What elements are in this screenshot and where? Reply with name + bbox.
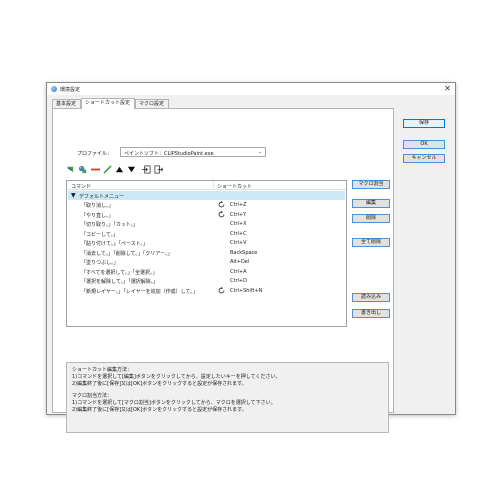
tab-macro-settings[interactable]: マクロ設定 xyxy=(135,99,169,108)
list-item[interactable]: 「貼り付けて。」「ペースト。」 Ctrl+V xyxy=(68,238,345,247)
delete-button[interactable]: 削除 xyxy=(352,214,390,223)
list-item[interactable]: 「新規レイヤー。」「レイヤーを追加（作成）して。」 Ctrl+Shift+N xyxy=(68,286,345,295)
command-text: 「取り消し。」 xyxy=(81,203,114,209)
shortcut-text: Ctrl+D xyxy=(230,278,247,284)
help-macro-step-1: 1)コマンドを選択して[マクロ割当]ボタンをクリックしてから、マクロを選択して下… xyxy=(72,400,276,406)
command-text: 「切り取り。」「カット。」 xyxy=(81,222,139,228)
profile-label: プロファイル： xyxy=(77,151,113,157)
line-green-icon[interactable] xyxy=(103,165,112,174)
delete-all-button[interactable]: 全て削除 xyxy=(352,238,390,247)
shortcut-text: Ctrl+Z xyxy=(230,202,247,208)
help-shortcut-title: ショートカット編集方法： xyxy=(72,367,133,373)
expand-triangle-icon[interactable]: ▼ xyxy=(71,192,76,199)
help-shortcut-step-1: 1)コマンドを選択して[編集]ボタンをクリックしてから、設定したいキーを押してく… xyxy=(72,374,281,380)
tab-panel: プロファイル： ペイントソフト：CLIPStudioPaint.exe ⌄ コマ… xyxy=(52,108,394,433)
list-header: コマンド ショートカット xyxy=(67,181,346,190)
chevron-down-icon: ⌄ xyxy=(257,149,262,155)
list-item[interactable]: 「やり直し。」 Ctrl+Y xyxy=(68,210,345,219)
triangle-down-icon[interactable] xyxy=(127,165,136,174)
close-icon[interactable]: ✕ xyxy=(443,84,452,93)
group-label: デフォルトメニュー xyxy=(79,194,125,200)
command-text: 「新規レイヤー。」「レイヤーを追加（作成）して。」 xyxy=(81,288,198,295)
command-text: 「消去して。」「削除して。」「クリアー。」 xyxy=(81,250,173,257)
palette-icon[interactable] xyxy=(78,165,87,174)
list-item[interactable]: 「選択を解除して。」「選択解除。」 Ctrl+D xyxy=(68,276,345,285)
window-title: 環境設定 xyxy=(60,87,81,93)
settings-window: 環境設定 ✕ 基本設定 ショートカット設定 マクロ設定 プロファイル： ペイント… xyxy=(46,82,456,433)
list-item[interactable]: 「すべてを選択して。」「全選択。」 Ctrl+A xyxy=(68,267,345,276)
line-red-icon[interactable] xyxy=(91,165,100,174)
command-text: 「やり直し。」 xyxy=(81,212,114,219)
macro-rotate-icon xyxy=(218,201,225,208)
load-button[interactable]: 読み込み xyxy=(352,293,390,302)
list-item[interactable]: 「塗りつぶし。」 Alt+Del xyxy=(68,257,345,266)
save-as-button[interactable]: 書き出し xyxy=(352,309,390,318)
command-text: 「コピーして。」 xyxy=(81,231,119,238)
macro-assign-button[interactable]: マクロ割当 xyxy=(352,180,390,189)
triangle-up-icon[interactable] xyxy=(115,165,124,174)
list-item[interactable]: 「コピーして。」 Ctrl+C xyxy=(68,229,345,238)
cancel-button[interactable]: キャンセル xyxy=(403,154,445,163)
title-bar: 環境設定 ✕ xyxy=(47,83,455,95)
list-item[interactable]: 「切り取り。」「カット。」 Ctrl+X xyxy=(68,219,345,228)
command-text: 「塗りつぶし。」 xyxy=(81,260,119,266)
shortcut-text: Ctrl+C xyxy=(230,230,247,237)
shortcut-text: Ctrl+A xyxy=(230,268,247,275)
column-divider xyxy=(213,181,214,190)
profile-select[interactable]: ペイントソフト：CLIPStudioPaint.exe ⌄ xyxy=(120,147,266,157)
shortcut-text: Ctrl+Y xyxy=(230,211,247,218)
brush-arrow-icon[interactable] xyxy=(66,165,75,174)
list-item[interactable]: 「消去して。」「削除して。」「クリアー。」 BackSpace xyxy=(68,248,345,257)
help-box: ショートカット編集方法： 1)コマンドを選択して[編集]ボタンをクリックしてから… xyxy=(66,362,389,433)
import-icon[interactable] xyxy=(142,165,151,174)
save-button[interactable]: 保存 xyxy=(403,119,445,128)
shortcut-text: Ctrl+V xyxy=(230,240,247,246)
command-text: 「すべてを選択して。」「全選択。」 xyxy=(81,269,158,276)
profile-value: ペイントソフト：CLIPStudioPaint.exe xyxy=(124,151,214,157)
shortcut-text: Ctrl+Shift+N xyxy=(230,287,263,294)
column-header-shortcut[interactable]: ショートカット xyxy=(217,183,252,190)
export-icon[interactable] xyxy=(154,165,163,174)
shortcut-text: Alt+Del xyxy=(230,259,250,265)
shortcut-text: BackSpace xyxy=(230,249,258,256)
list-group-default-menu[interactable]: ▼ デフォルトメニュー xyxy=(68,191,345,200)
column-header-command[interactable]: コマンド xyxy=(71,183,91,190)
macro-rotate-icon xyxy=(218,286,225,293)
tab-basic-settings[interactable]: 基本設定 xyxy=(52,99,81,108)
app-icon xyxy=(51,86,57,92)
tab-shortcut-settings[interactable]: ショートカット設定 xyxy=(81,98,135,109)
help-shortcut-step-2: 2)編集終了後に[保存]又は[OK]ボタンをクリックすると設定が保存されます。 xyxy=(72,381,247,387)
shortcut-text: Ctrl+X xyxy=(230,221,247,227)
ok-button[interactable]: OK xyxy=(403,140,445,149)
macro-rotate-icon xyxy=(218,210,225,217)
command-text: 「選択を解除して。」「選択解除。」 xyxy=(81,279,159,285)
list-item[interactable]: 「取り消し。」 Ctrl+Z xyxy=(68,200,345,209)
command-list[interactable]: コマンド ショートカット ▼ デフォルトメニュー 「取り消し。」 Ctrl+Z 「や… xyxy=(66,180,347,327)
edit-button[interactable]: 編集 xyxy=(352,199,390,208)
help-macro-step-2: 2)編集終了後に[保存]又は[OK]ボタンをクリックすると設定が保存されます。 xyxy=(72,407,247,413)
command-text: 「貼り付けて。」「ペースト。」 xyxy=(81,241,149,247)
help-macro-title: マクロ割当方法： xyxy=(72,393,113,399)
